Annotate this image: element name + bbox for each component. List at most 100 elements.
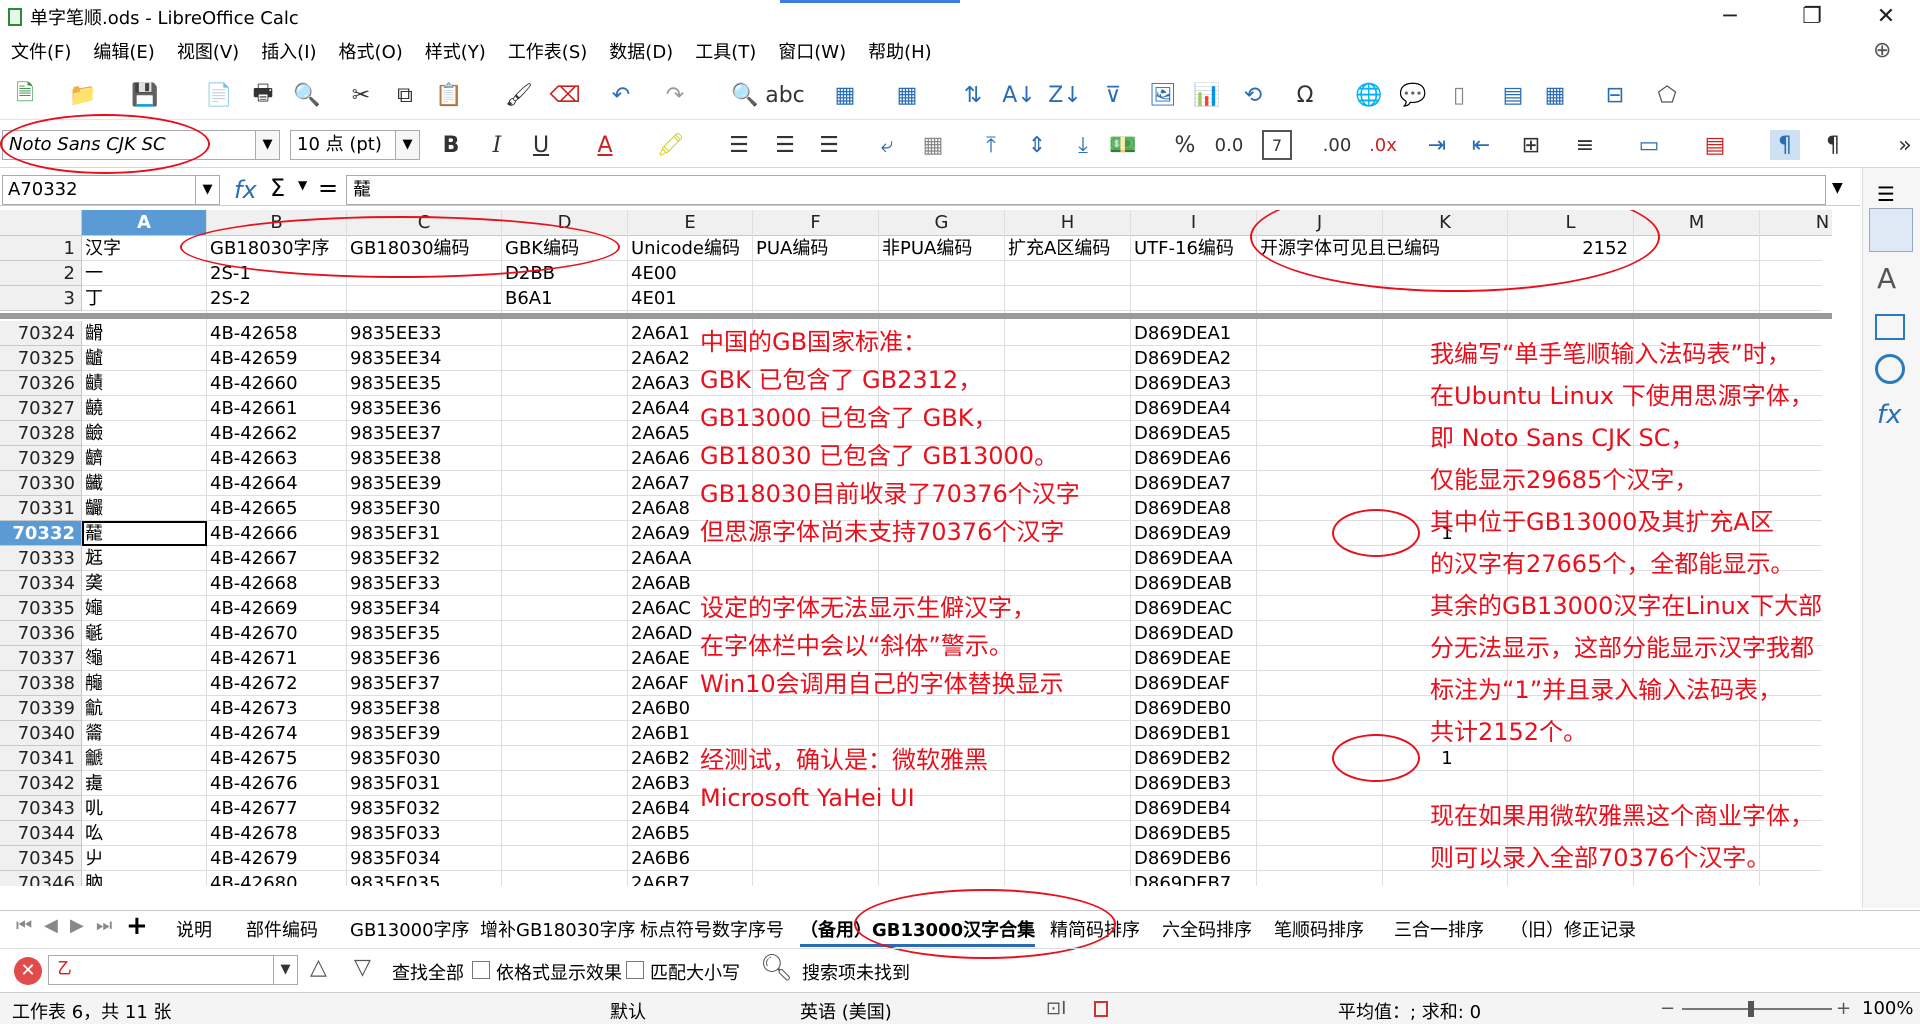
cell-I[interactable] <box>1131 261 1134 286</box>
sum-icon[interactable]: Σ <box>270 174 285 202</box>
row-header[interactable]: 70325 <box>0 346 82 371</box>
add-decimal-icon[interactable]: .00 <box>1322 130 1352 160</box>
row-header[interactable]: 70331 <box>0 496 82 521</box>
italic-icon[interactable]: I <box>482 130 512 160</box>
date-icon[interactable]: 7 <box>1262 130 1292 160</box>
zoom-slider[interactable] <box>1682 1008 1832 1010</box>
image-icon[interactable]: 🖼 <box>1148 80 1178 110</box>
cell-I[interactable]: D869DEB4 <box>1131 796 1231 821</box>
cell-B[interactable]: 4B-42680 <box>207 871 298 886</box>
cell-E[interactable]: 2A6AF <box>628 671 689 696</box>
cell-A[interactable]: 䶯 <box>82 596 103 621</box>
sort-ascending-icon[interactable]: A↓ <box>1002 80 1035 110</box>
format-display-checkbox[interactable] <box>472 961 490 979</box>
cell-E[interactable]: 2A6AD <box>628 621 692 646</box>
more-icon[interactable]: » <box>1890 130 1920 160</box>
navigator-icon[interactable] <box>1875 354 1905 384</box>
conditional-format-icon[interactable]: ▤ <box>1700 130 1730 160</box>
row-header[interactable]: 70334 <box>0 571 82 596</box>
cell-A[interactable]: 䶱 <box>82 646 103 671</box>
zoom-level[interactable]: 100% <box>1862 998 1913 1019</box>
cell-C[interactable]: 9835EF31 <box>347 521 440 546</box>
cell-E[interactable]: 2A6A9 <box>628 521 690 546</box>
next-sheet-icon[interactable]: ▶ <box>70 915 84 936</box>
merge-cells-icon[interactable]: ▦ <box>918 130 948 160</box>
row-header[interactable]: 70335 <box>0 596 82 621</box>
row-header[interactable]: 70337 <box>0 646 82 671</box>
bold-icon[interactable]: B <box>436 130 466 160</box>
cell-I[interactable]: D869DEAD <box>1131 621 1234 646</box>
font-size-box[interactable]: 10 点 (pt) ▼ <box>290 130 420 160</box>
cell-E[interactable]: 2A6B2 <box>628 746 690 771</box>
minimize-icon[interactable]: ─ <box>1700 0 1760 34</box>
align-right-icon[interactable]: ☰ <box>814 130 844 160</box>
cell-E[interactable]: 2A6AC <box>628 596 691 621</box>
menu-item[interactable]: 数据(D) <box>598 38 684 64</box>
define-print-area-icon[interactable]: ▤ <box>1498 80 1528 110</box>
clone-format-icon[interactable]: 🖌 <box>504 80 534 110</box>
cell-A[interactable]: 䶶 <box>82 771 103 796</box>
match-case-checkbox[interactable] <box>626 961 644 979</box>
cell-B[interactable]: 4B-42658 <box>207 321 298 346</box>
cell-E[interactable]: 2A6A8 <box>628 496 690 521</box>
cell-C[interactable]: 9835EF33 <box>347 571 440 596</box>
column-icon[interactable]: ▦ <box>892 80 922 110</box>
sheet-tab[interactable]: 三合一排序 <box>1394 916 1484 942</box>
cell-I[interactable]: D869DEB5 <box>1131 821 1231 846</box>
cell-B[interactable]: 4B-42676 <box>207 771 298 796</box>
chevron-down-icon[interactable]: ▼ <box>298 178 307 192</box>
row-header[interactable]: 70336 <box>0 621 82 646</box>
sort-descending-icon[interactable]: Z↓ <box>1048 80 1082 110</box>
cell-I[interactable]: D869DEAA <box>1131 546 1233 571</box>
sheet-tab[interactable]: （旧）修正记录 <box>1510 916 1636 942</box>
cell-C[interactable]: 9835EE35 <box>347 371 441 396</box>
cell-B[interactable]: 4B-42667 <box>207 546 298 571</box>
sheet-tab[interactable]: GB13000字序 <box>350 916 470 942</box>
restore-icon[interactable]: ❐ <box>1782 0 1842 34</box>
menu-item[interactable]: 帮助(H) <box>857 38 943 64</box>
chevron-down-icon[interactable]: ▼ <box>255 131 279 159</box>
cell-I[interactable]: D869DEA7 <box>1131 471 1231 496</box>
name-box[interactable]: A70332 ▼ <box>2 175 220 205</box>
cell-I[interactable]: D869DEB0 <box>1131 696 1231 721</box>
sheet-tab[interactable]: 标点符号数字序号 <box>640 916 784 942</box>
menu-item[interactable]: 视图(V) <box>166 38 250 64</box>
underline-icon[interactable]: U <box>526 130 556 160</box>
show-draw-functions-icon[interactable]: ⬠ <box>1652 80 1682 110</box>
cell-A[interactable]: 䶨 <box>82 421 103 446</box>
add-sheet-icon[interactable]: + <box>126 911 148 941</box>
gallery-icon[interactable] <box>1875 314 1905 340</box>
cell-B[interactable]: 4B-42679 <box>207 846 298 871</box>
sort-icon[interactable]: ⇅ <box>958 80 988 110</box>
row-header[interactable]: 70333 <box>0 546 82 571</box>
delete-decimal-icon[interactable]: .0x <box>1368 130 1398 160</box>
row-header[interactable]: 2 <box>0 261 82 286</box>
cell-A[interactable]: 䶫 <box>82 496 103 521</box>
pivot-table-icon[interactable]: ⟲ <box>1238 80 1268 110</box>
cell-H[interactable]: 扩充A区编码 <box>1005 236 1110 261</box>
hyperlink-icon[interactable]: 🌐 <box>1354 80 1384 110</box>
cell-I[interactable] <box>1131 286 1134 311</box>
zoom-slider-thumb[interactable] <box>1748 1001 1754 1017</box>
cell-E[interactable]: 4E01 <box>628 286 677 311</box>
cell-A[interactable]: 䶹 <box>82 846 103 871</box>
menu-item[interactable]: 工具(T) <box>684 38 767 64</box>
cell-I[interactable]: D869DEA1 <box>1131 321 1231 346</box>
cell-C[interactable]: 9835F030 <box>347 746 441 771</box>
split-window-icon[interactable]: ⊟ <box>1600 80 1630 110</box>
cell-C[interactable] <box>347 286 350 311</box>
cell-C[interactable]: 9835EE36 <box>347 396 441 421</box>
cell-E[interactable]: 2A6AB <box>628 571 691 596</box>
cell-B[interactable]: 4B-42675 <box>207 746 298 771</box>
cell-B[interactable]: 4B-42662 <box>207 421 298 446</box>
row-header[interactable]: 70338 <box>0 671 82 696</box>
cell-B[interactable]: 4B-42663 <box>207 446 298 471</box>
column-header[interactable]: H <box>1005 210 1131 236</box>
cell-E[interactable]: Unicode编码 <box>628 236 740 261</box>
row-header[interactable]: 70343 <box>0 796 82 821</box>
menu-item[interactable]: 格式(O) <box>328 38 414 64</box>
cell-A[interactable]: 一 <box>82 261 103 286</box>
cell-A[interactable]: 䶺 <box>82 871 103 886</box>
sheet-tab[interactable]: 增补GB18030字序 <box>480 916 636 942</box>
last-sheet-icon[interactable]: ⏭ <box>96 915 112 936</box>
